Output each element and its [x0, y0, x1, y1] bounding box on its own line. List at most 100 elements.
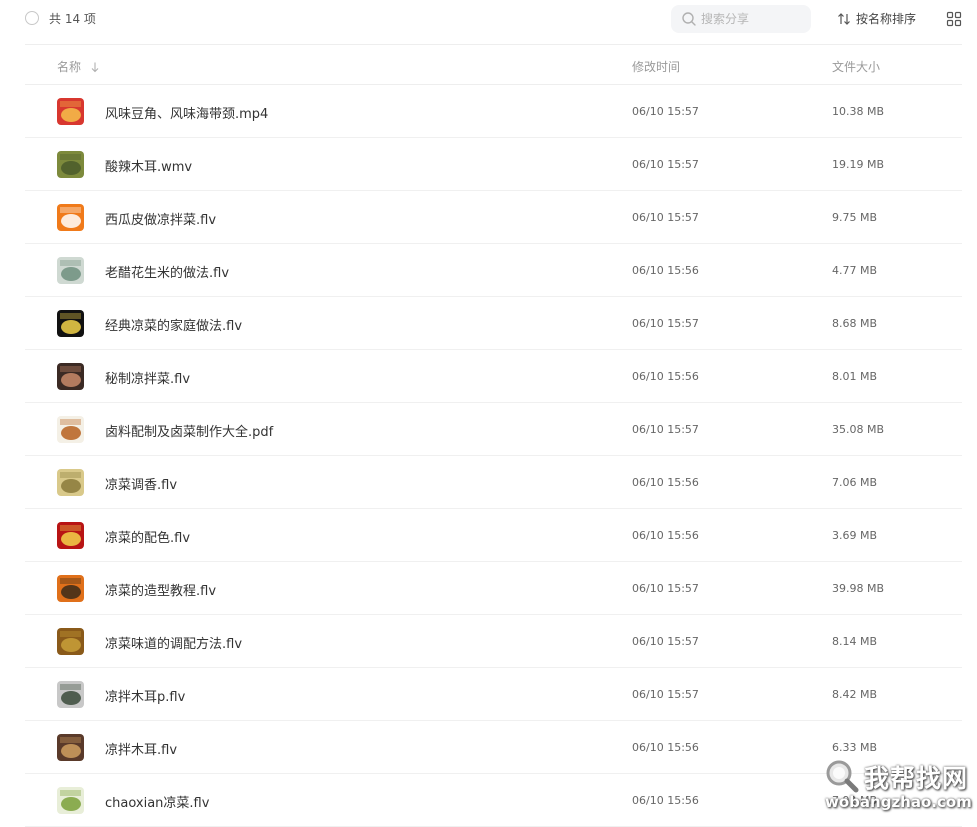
- table-row[interactable]: 秘制凉拌菜.flv 06/10 15:56 8.01 MB: [25, 350, 962, 403]
- table-row[interactable]: 凉菜味道的调配方法.flv 06/10 15:57 8.14 MB: [25, 615, 962, 668]
- file-thumbnail: [57, 787, 84, 814]
- table-row[interactable]: 凉菜的造型教程.flv 06/10 15:57 39.98 MB: [25, 562, 962, 615]
- grid-view-icon[interactable]: [946, 11, 962, 27]
- thumbnail-image-icon: [57, 734, 84, 761]
- sort-label: 按名称排序: [856, 12, 917, 26]
- file-size: 6.33 MB: [832, 741, 878, 754]
- file-modified-time: 06/10 15:56: [632, 476, 699, 489]
- column-name-label: 名称: [57, 60, 82, 74]
- file-name[interactable]: 经典凉菜的家庭做法.flv: [105, 315, 242, 334]
- thumbnail-image-icon: [57, 681, 84, 708]
- thumbnail-image-icon: [57, 310, 84, 337]
- file-modified-time: 06/10 15:57: [632, 105, 699, 118]
- thumbnail-image-icon: [57, 628, 84, 655]
- file-size: 19.19 MB: [832, 158, 885, 171]
- table-row[interactable]: 凉拌木耳p.flv 06/10 15:57 8.42 MB: [25, 668, 962, 721]
- column-name-header[interactable]: 名称: [57, 58, 101, 75]
- file-size: 39.98 MB: [832, 582, 885, 595]
- file-name[interactable]: 凉菜调香.flv: [105, 474, 177, 493]
- file-size: 35.08 MB: [832, 423, 885, 436]
- thumbnail-image-icon: [57, 787, 84, 814]
- file-list: 风味豆角、风味海带颈.mp4 06/10 15:57 10.38 MB 酸辣木耳.wm…: [0, 85, 977, 827]
- thumbnail-image-icon: [57, 469, 84, 496]
- table-row[interactable]: 老醋花生米的做法.flv 06/10 15:56 4.77 MB: [25, 244, 962, 297]
- column-size-header[interactable]: 文件大小: [832, 58, 880, 75]
- sort-down-arrow-icon: [91, 62, 99, 72]
- file-thumbnail: [57, 681, 84, 708]
- table-row[interactable]: 卤料配制及卤菜制作大全.pdf 06/10 15:57 35.08 MB: [25, 403, 962, 456]
- file-thumbnail: [57, 522, 84, 549]
- table-row[interactable]: 西瓜皮做凉拌菜.flv 06/10 15:57 9.75 MB: [25, 191, 962, 244]
- watermark-url: wobangzhao.com: [825, 793, 972, 811]
- file-thumbnail: [57, 734, 84, 761]
- file-thumbnail: [57, 310, 84, 337]
- file-thumbnail: [57, 416, 84, 443]
- search-box[interactable]: [671, 5, 811, 33]
- file-thumbnail: [57, 257, 84, 284]
- file-size: 9.75 MB: [832, 211, 878, 224]
- file-name[interactable]: 秘制凉拌菜.flv: [105, 368, 190, 387]
- file-size: 4.77 MB: [832, 264, 878, 277]
- watermark: 我帮找网 wobangzhao.com: [822, 757, 972, 819]
- file-name[interactable]: 西瓜皮做凉拌菜.flv: [105, 209, 216, 228]
- file-thumbnail: [57, 151, 84, 178]
- table-row[interactable]: 风味豆角、风味海带颈.mp4 06/10 15:57 10.38 MB: [25, 85, 962, 138]
- file-name[interactable]: chaoxian凉菜.flv: [105, 792, 209, 811]
- file-name[interactable]: 卤料配制及卤菜制作大全.pdf: [105, 421, 273, 440]
- file-thumbnail: [57, 204, 84, 231]
- file-modified-time: 06/10 15:57: [632, 688, 699, 701]
- file-thumbnail: [57, 628, 84, 655]
- table-row[interactable]: 凉菜的配色.flv 06/10 15:56 3.69 MB: [25, 509, 962, 562]
- thumbnail-image-icon: [57, 363, 84, 390]
- file-thumbnail: [57, 469, 84, 496]
- file-modified-time: 06/10 15:57: [632, 635, 699, 648]
- file-size: 8.42 MB: [832, 688, 878, 701]
- file-name[interactable]: 凉菜的配色.flv: [105, 527, 190, 546]
- file-size: 8.14 MB: [832, 635, 878, 648]
- file-modified-time: 06/10 15:56: [632, 370, 699, 383]
- file-name[interactable]: 老醋花生米的做法.flv: [105, 262, 229, 281]
- table-row[interactable]: 凉菜调香.flv 06/10 15:56 7.06 MB: [25, 456, 962, 509]
- file-modified-time: 06/10 15:57: [632, 317, 699, 330]
- file-modified-time: 06/10 15:56: [632, 264, 699, 277]
- file-modified-time: 06/10 15:57: [632, 211, 699, 224]
- file-name[interactable]: 凉菜的造型教程.flv: [105, 580, 216, 599]
- file-name[interactable]: 凉拌木耳p.flv: [105, 686, 185, 705]
- file-name[interactable]: 凉菜味道的调配方法.flv: [105, 633, 242, 652]
- search-input[interactable]: [701, 12, 801, 26]
- thumbnail-image-icon: [57, 98, 84, 125]
- table-row[interactable]: 经典凉菜的家庭做法.flv 06/10 15:57 8.68 MB: [25, 297, 962, 350]
- item-count: 共 14 项: [49, 12, 96, 26]
- file-name[interactable]: 凉拌木耳.flv: [105, 739, 177, 758]
- file-modified-time: 06/10 15:56: [632, 741, 699, 754]
- table-row[interactable]: 酸辣木耳.wmv 06/10 15:57 19.19 MB: [25, 138, 962, 191]
- thumbnail-image-icon: [57, 204, 84, 231]
- file-modified-time: 06/10 15:56: [632, 529, 699, 542]
- file-size: 10.38 MB: [832, 105, 885, 118]
- file-thumbnail: [57, 575, 84, 602]
- select-all-checkbox[interactable]: [25, 11, 39, 25]
- search-icon: [682, 12, 696, 26]
- file-size: 7.06 MB: [832, 476, 878, 489]
- file-modified-time: 06/10 15:57: [632, 423, 699, 436]
- thumbnail-image-icon: [57, 575, 84, 602]
- watermark-title: 我帮找网: [864, 764, 969, 793]
- file-name[interactable]: 风味豆角、风味海带颈.mp4: [105, 103, 268, 122]
- sort-by-name-button[interactable]: 按名称排序: [836, 10, 916, 27]
- file-thumbnail: [57, 363, 84, 390]
- file-name[interactable]: 酸辣木耳.wmv: [105, 156, 192, 175]
- thumbnail-image-icon: [57, 151, 84, 178]
- column-modified-header[interactable]: 修改时间: [632, 58, 680, 75]
- file-thumbnail: [57, 98, 84, 125]
- file-modified-time: 06/10 15:57: [632, 158, 699, 171]
- file-modified-time: 06/10 15:57: [632, 582, 699, 595]
- thumbnail-image-icon: [57, 522, 84, 549]
- file-size: 8.01 MB: [832, 370, 878, 383]
- sort-arrows-icon: [838, 12, 850, 25]
- file-modified-time: 06/10 15:56: [632, 794, 699, 807]
- magnifier-logo-icon: [826, 760, 859, 793]
- file-size: 3.69 MB: [832, 529, 878, 542]
- thumbnail-image-icon: [57, 257, 84, 284]
- table-header: 名称 修改时间 文件大小: [0, 45, 977, 85]
- toolbar: 共 14 项 按名称排序: [0, 0, 977, 44]
